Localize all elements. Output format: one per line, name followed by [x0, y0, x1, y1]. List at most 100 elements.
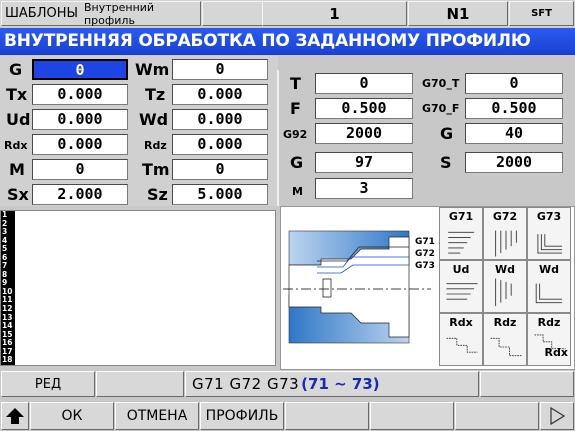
- counter-cell: 1: [262, 1, 407, 26]
- spacer-cell: [202, 1, 262, 26]
- status-row: РЕД G71 G72 G73 (71 ~ 73): [0, 371, 575, 399]
- callout-g73: G73: [415, 261, 435, 271]
- bore-profile-diagram: [283, 230, 431, 344]
- param-label-g-right: G: [440, 124, 454, 143]
- gcode-hint-main: G71 G72 G73: [192, 375, 300, 393]
- param-field-g70-t[interactable]: 0: [465, 73, 563, 94]
- panel-divider: [277, 70, 279, 206]
- shift-indicator: SFT: [531, 8, 552, 19]
- page-title: ВНУТРЕННЯЯ ОБРАБОТКА ПО ЗАДАННОМУ ПРОФИЛ…: [0, 28, 575, 55]
- template-name: Внутренний профиль: [83, 0, 155, 27]
- counter-value: 1: [329, 4, 340, 23]
- param-label-m-right: M: [292, 185, 303, 198]
- param-field-g-left[interactable]: 97: [315, 152, 413, 173]
- cycle-tile-wd: Wd: [527, 260, 571, 313]
- param-field-sz[interactable]: 5.000: [172, 184, 268, 205]
- param-label-g92: G92: [283, 128, 308, 141]
- param-label-sx: Sx: [7, 185, 29, 204]
- status-spacer-left: [96, 371, 184, 397]
- param-field-wm[interactable]: 0: [172, 59, 268, 80]
- param-field-g92[interactable]: 2000: [315, 123, 413, 144]
- param-field-rdz[interactable]: 0.000: [172, 134, 268, 155]
- param-label-wm: Wm: [135, 60, 170, 79]
- cycle-tile-wd: Wd: [483, 260, 527, 313]
- softkey-4[interactable]: [285, 402, 369, 430]
- top-status-bar: ШАБЛОНЫ Внутренний профиль 1 N1 SFT: [0, 0, 575, 27]
- param-field-rdx[interactable]: 0.000: [32, 134, 128, 155]
- param-label-f: F: [290, 99, 301, 118]
- left-params-panel: G 0 Wm 0 Tx 0.000 Tz 0.000 Ud 0.000 Wd 0…: [0, 56, 278, 206]
- param-field-m[interactable]: 0: [32, 159, 128, 180]
- softkey-ok[interactable]: ОК: [30, 402, 114, 430]
- g72-cycle-icon: [484, 222, 528, 264]
- param-label-sz: Sz: [147, 185, 168, 204]
- param-label-tz: Tz: [145, 85, 166, 104]
- cycle-diagram-panel: G71 G72 G73 G71 G72 G73 Ud Wd Wd Rdx Rdz Rdz Rdx: [280, 206, 575, 370]
- param-label-rdx: Rdx: [4, 139, 28, 152]
- cycle-tile-rdz: Rdz: [483, 313, 527, 366]
- param-field-g-right[interactable]: 40: [465, 123, 563, 144]
- param-field-t[interactable]: 0: [315, 73, 413, 94]
- wd-allowance-icon: [484, 275, 528, 317]
- cycle-tile-g71: G71: [439, 207, 483, 260]
- param-label-g70-t: G70_T: [422, 77, 460, 90]
- param-field-wd[interactable]: 0.000: [172, 109, 268, 130]
- callout-g72: G72: [415, 249, 435, 259]
- softkey-6[interactable]: [455, 402, 539, 430]
- param-field-f[interactable]: 0.500: [315, 98, 413, 119]
- param-label-m: M: [9, 160, 25, 179]
- cycle-tile-label-b: Rdx: [544, 346, 568, 359]
- param-field-sx[interactable]: 2.000: [32, 184, 128, 205]
- callout-g71: G71: [415, 237, 435, 247]
- param-label-t: T: [290, 74, 301, 93]
- edit-mode-indicator: РЕД: [1, 371, 95, 397]
- program-number: N1: [446, 4, 470, 23]
- program-editor[interactable]: 1 2 3 4 5 6 7 8 9 10 11 12 13 14 15 16 17 18: [0, 210, 276, 366]
- param-field-tx[interactable]: 0.000: [32, 84, 128, 105]
- cycle-tile-rdz: Rdz Rdx: [527, 313, 571, 366]
- softkey-profile[interactable]: ПРОФИЛЬ: [200, 402, 284, 430]
- cycle-tile-g73: G73: [527, 207, 571, 260]
- param-label-wd: Wd: [139, 110, 169, 129]
- shift-up-button[interactable]: [1, 402, 29, 430]
- param-label-rdz: Rdz: [144, 139, 167, 152]
- line-number-gutter: 1 2 3 4 5 6 7 8 9 10 11 12 13 14 15 16 17 18: [1, 210, 15, 365]
- rdx-step-icon: [440, 328, 484, 370]
- param-field-m-right[interactable]: 3: [315, 178, 413, 199]
- program-cell: N1: [408, 1, 508, 26]
- param-field-s[interactable]: 2000: [465, 152, 563, 173]
- gcode-hint-range: (71 ~ 73): [301, 375, 380, 393]
- status-spacer-right: [480, 371, 574, 397]
- g71-cycle-icon: [440, 222, 484, 264]
- gcode-hint: G71 G72 G73 (71 ~ 73): [185, 371, 479, 397]
- param-label-s: S: [440, 153, 452, 172]
- cycle-tile-ud: Ud: [439, 260, 483, 313]
- softkey-5[interactable]: [370, 402, 454, 430]
- param-field-ud[interactable]: 0.000: [32, 109, 128, 130]
- param-field-g70-f[interactable]: 0.500: [465, 98, 563, 119]
- param-field-g[interactable]: 0: [32, 59, 128, 80]
- right-params-panel: T 0 G70_T 0 F 0.500 G70_F 0.500 G92 2000…: [280, 56, 575, 206]
- softkey-bar: ОК ОТМЕНА ПРОФИЛЬ: [0, 401, 575, 431]
- param-label-g70-f: G70_F: [422, 102, 460, 115]
- cycle-tile-rdx: Rdx: [439, 313, 483, 366]
- cycle-tile-g72: G72: [483, 207, 527, 260]
- mode-cell: ШАБЛОНЫ Внутренний профиль: [1, 0, 201, 27]
- ud-allowance-icon: [440, 275, 484, 317]
- right-triangle-icon: [550, 406, 566, 426]
- param-label-g: G: [9, 60, 23, 79]
- g73-cycle-icon: [528, 222, 572, 264]
- param-field-tm[interactable]: 0: [172, 159, 268, 180]
- up-arrow-icon: [6, 408, 24, 424]
- param-label-tm: Tm: [142, 160, 170, 179]
- mode-label: ШАБЛОНЫ: [5, 6, 78, 21]
- softkey-cancel[interactable]: ОТМЕНА: [115, 402, 199, 430]
- param-label-ud: Ud: [6, 110, 31, 129]
- next-page-button[interactable]: [540, 402, 574, 430]
- param-label-g-left: G: [290, 153, 304, 172]
- param-label-tx: Tx: [6, 85, 28, 104]
- wd-profile-icon: [528, 275, 572, 317]
- param-field-tz[interactable]: 0.000: [172, 84, 268, 105]
- rdz-step-icon: [484, 328, 528, 370]
- shift-cell: SFT: [509, 1, 574, 26]
